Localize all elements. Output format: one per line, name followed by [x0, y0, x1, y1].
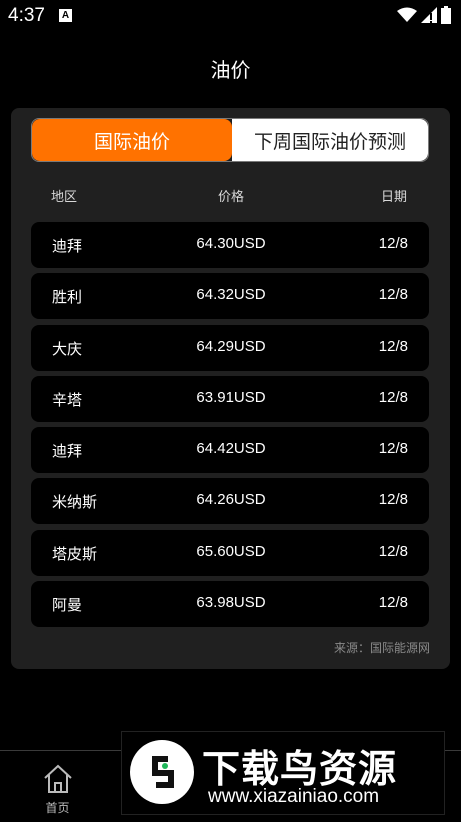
row-date: 12/8: [378, 440, 408, 458]
table-row[interactable]: 塔皮斯 65.60USD 12/8: [31, 529, 429, 576]
row-price: 64.29USD: [196, 337, 266, 355]
table-row[interactable]: 迪拜 64.30USD 12/8: [31, 222, 429, 268]
app-notification-icon: A: [59, 9, 72, 22]
row-region: 阿曼: [52, 596, 83, 615]
row-price: 63.98USD: [196, 594, 266, 612]
row-region: 迪拜: [52, 237, 83, 255]
wifi-icon: [397, 7, 417, 27]
battery-icon: [441, 6, 451, 28]
row-date: 12/8: [378, 491, 408, 509]
row-region: 辛塔: [52, 390, 83, 409]
tab-bar: 国际油价 下周国际油价预测: [31, 118, 429, 162]
signal-icon: [421, 7, 437, 27]
row-date: 12/8: [378, 388, 408, 406]
row-price: 64.30USD: [196, 235, 266, 252]
table-row[interactable]: 迪拜 64.42USD 12/8: [31, 427, 429, 474]
source-credit: 来源：国际能源网: [333, 641, 430, 655]
row-region: 胜利: [52, 288, 83, 307]
row-price: 64.42USD: [196, 440, 266, 458]
row-region: 大庆: [52, 339, 83, 358]
status-icons: [397, 6, 451, 28]
table-row[interactable]: 米纳斯 64.26USD 12/8: [31, 478, 429, 525]
row-region: 迪拜: [52, 442, 83, 461]
row-date: 12/8: [378, 542, 408, 560]
nav-label-home: 首页: [45, 801, 70, 815]
status-bar: 4:37 A: [0, 0, 461, 32]
home-icon: [42, 763, 74, 795]
header-region: 地区: [51, 190, 78, 205]
row-date: 12/8: [378, 594, 408, 612]
watermark-url: www.xiazainiao.com: [208, 786, 380, 807]
table-row[interactable]: 阿曼 63.98USD 12/8: [31, 581, 429, 628]
price-list: 迪拜 64.30USD 12/8 胜利 64.32USD 12/8 大庆 64.…: [31, 222, 429, 632]
header-date: 日期: [380, 190, 407, 205]
page-title: 油价: [210, 58, 251, 82]
row-price: 63.91USD: [196, 388, 266, 406]
row-price: 64.32USD: [196, 286, 266, 304]
table-row[interactable]: 大庆 64.29USD 12/8: [31, 324, 429, 371]
status-time: 4:37: [8, 5, 45, 26]
watermark: 下载鸟资源 www.xiazainiao.com: [121, 731, 445, 815]
row-date: 12/8: [378, 286, 408, 304]
table-row[interactable]: 辛塔 63.91USD 12/8: [31, 375, 429, 422]
row-price: 64.26USD: [196, 491, 266, 509]
table-row[interactable]: 胜利 64.32USD 12/8: [31, 273, 429, 320]
watermark-title: 下载鸟资源: [202, 747, 398, 791]
row-region: 塔皮斯: [52, 544, 98, 563]
row-region: 米纳斯: [52, 493, 98, 512]
tab-next-week-forecast[interactable]: 下周国际油价预测: [232, 119, 428, 161]
table-header: 地区 价格 日期: [31, 186, 429, 206]
tab-international-oil-price[interactable]: 国际油价: [32, 119, 232, 161]
nav-item-home[interactable]: 首页: [0, 751, 115, 822]
row-date: 12/8: [378, 235, 408, 252]
bird-logo-icon: [130, 740, 194, 804]
header-price: 价格: [217, 190, 245, 205]
oil-price-card: 国际油价 下周国际油价预测 地区 价格 日期 迪拜 64.30USD 12/8 …: [11, 108, 450, 669]
row-date: 12/8: [378, 337, 408, 355]
row-price: 65.60USD: [196, 542, 266, 560]
